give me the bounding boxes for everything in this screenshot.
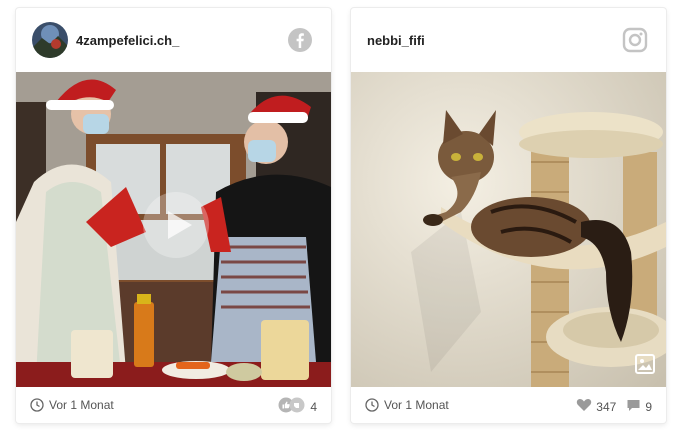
likes-count: 347 [596,399,617,414]
image-icon [634,353,656,375]
comments-count: 9 [645,399,652,414]
post-header: nebbi_fifi [351,8,666,72]
post-footer: Vor 1 Monat 4 [16,387,331,423]
post-video[interactable] [16,72,331,387]
clock-icon [30,398,44,412]
post-card-1[interactable]: 4zampefelici.ch_ Vor 1 Monat 4 [16,8,331,423]
post-footer: Vor 1 Monat 347 9 [351,387,666,423]
username[interactable]: nebbi_fifi [367,33,425,48]
post-time: Vor 1 Monat [49,398,114,412]
reactions[interactable]: 4 [278,397,317,417]
avatar[interactable] [32,22,68,58]
comment-icon [626,398,641,416]
reactions-icon [278,397,306,417]
post-time: Vor 1 Monat [384,398,449,412]
post-header: 4zampefelici.ch_ [16,8,331,72]
post-card-2[interactable]: nebbi_fifi Vor 1 Monat 347 9 [351,8,666,423]
reactions-count: 4 [310,400,317,414]
instagram-icon[interactable] [622,27,648,53]
post-image[interactable] [351,72,666,387]
play-icon[interactable] [141,190,211,260]
facebook-icon[interactable] [287,27,313,53]
username[interactable]: 4zampefelici.ch_ [76,33,179,48]
clock-icon [365,398,379,412]
heart-icon [576,397,592,416]
engagement[interactable]: 347 9 [576,397,652,416]
